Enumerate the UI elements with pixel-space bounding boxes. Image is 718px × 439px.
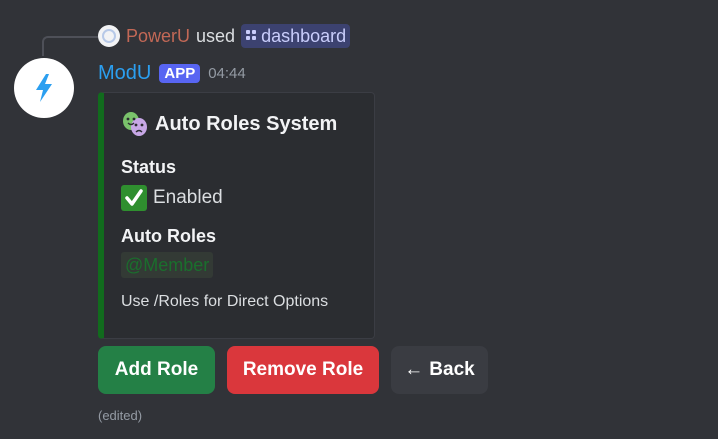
embed-title: Auto Roles System	[121, 111, 337, 137]
reply-used-text: used	[196, 25, 236, 46]
add-role-button[interactable]: Add Role	[98, 346, 215, 394]
reply-avatar[interactable]	[98, 25, 120, 47]
status-field-name: Status	[121, 157, 177, 177]
back-button-label: Back	[429, 359, 475, 380]
check-mark-button-icon	[121, 185, 147, 211]
reply-username[interactable]: PowerU	[126, 26, 190, 47]
username[interactable]: ModU	[98, 62, 151, 85]
status-field-value: Enabled	[121, 185, 223, 211]
left-arrow-icon: ←	[404, 359, 424, 380]
edited-label: (edited)	[98, 408, 143, 423]
reply-connector	[42, 36, 98, 56]
command-mention[interactable]: dashboard	[241, 24, 351, 48]
performing-arts-masks-icon	[123, 112, 147, 136]
timestamp[interactable]: 04:44	[208, 65, 246, 82]
reply-context[interactable]: PowerU used dashboard	[98, 24, 351, 48]
auto-roles-field-name: Auto Roles	[121, 226, 217, 246]
status-value-text: Enabled	[153, 187, 223, 208]
message-view: PowerU used dashboard ModU APP 04:44 Aut…	[0, 0, 718, 439]
remove-role-button[interactable]: Remove Role	[227, 346, 379, 394]
embed-title-text: Auto Roles System	[155, 112, 338, 135]
app-badge: APP	[159, 63, 201, 83]
role-mention[interactable]: @Member	[121, 252, 214, 278]
back-button[interactable]: ← Back	[391, 346, 488, 394]
reply-avatar-icon	[102, 29, 116, 43]
avatar[interactable]	[14, 58, 74, 118]
command-name: dashboard	[261, 25, 347, 46]
lightning-bolt-icon	[36, 74, 52, 102]
embed-footer-text: Use /Roles for Direct Options	[121, 293, 329, 310]
embed-card: Auto Roles System Status Enabled Auto Ro…	[98, 92, 375, 339]
message-header: ModU APP 04:44	[98, 60, 246, 86]
slash-command-icon	[245, 29, 257, 44]
